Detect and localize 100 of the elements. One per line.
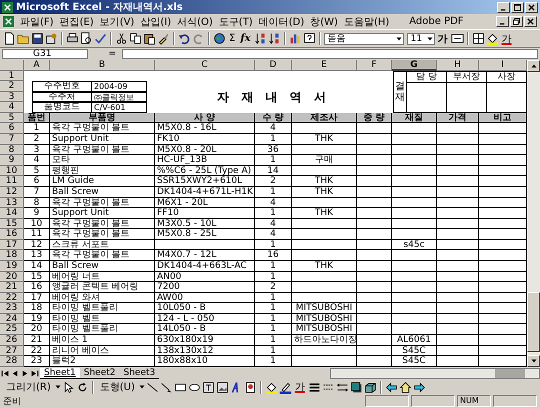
row-header[interactable]: 26 — [0, 335, 24, 346]
font-color-button[interactable]: 가 — [500, 32, 514, 46]
close-button[interactable] — [524, 16, 537, 27]
arrow-icon[interactable] — [160, 380, 173, 394]
row-header[interactable]: 1 — [0, 70, 24, 82]
row-header[interactable]: 23 — [0, 303, 24, 314]
row-header[interactable]: 12 — [0, 186, 24, 198]
formula-equals-button[interactable]: = — [90, 49, 120, 59]
table-borders-icon[interactable] — [472, 32, 485, 45]
brush-icon[interactable] — [157, 32, 170, 45]
fill-bucket-icon[interactable] — [486, 32, 499, 45]
column-header[interactable]: I — [479, 60, 527, 71]
3d-box-icon[interactable] — [364, 380, 377, 394]
line-icon[interactable] — [146, 380, 159, 394]
minimize-button[interactable] — [497, 2, 510, 12]
menu-item[interactable]: 데이터(D) — [258, 14, 304, 28]
spellcheck-icon[interactable] — [94, 32, 107, 45]
row-header[interactable]: 18 — [0, 250, 24, 261]
row-header[interactable]: 4 — [0, 102, 24, 113]
menu-item[interactable]: 삽입(I) — [140, 14, 172, 28]
column-header[interactable]: F — [357, 60, 392, 71]
row-header[interactable]: 27 — [0, 346, 24, 356]
row-header[interactable]: 11 — [0, 176, 24, 187]
row-header[interactable]: 5 — [0, 112, 24, 124]
help-icon[interactable] — [302, 32, 316, 45]
row-header[interactable]: 15 — [0, 218, 24, 230]
close-button[interactable] — [525, 2, 538, 12]
name-box[interactable]: G31 — [2, 49, 88, 59]
sheet-tab[interactable]: Sheet1 — [40, 368, 80, 379]
menu-item[interactable]: Adobe PDF — [409, 16, 464, 27]
row-header[interactable]: 17 — [0, 240, 24, 250]
cut-icon[interactable] — [115, 32, 128, 45]
shadow-icon[interactable] — [350, 380, 363, 394]
horizontal-scrollbar[interactable] — [330, 368, 540, 379]
row-header[interactable]: 28 — [0, 356, 24, 367]
row-header[interactable]: 8 — [0, 144, 24, 156]
row-header[interactable]: 22 — [0, 292, 24, 304]
column-header[interactable]: E — [292, 60, 357, 71]
menu-item[interactable]: 파일(F) — [20, 14, 54, 28]
globe-icon[interactable] — [213, 32, 226, 45]
paste-icon[interactable] — [143, 32, 156, 45]
chart-icon[interactable] — [288, 32, 302, 45]
back-arrow-icon[interactable] — [384, 380, 398, 394]
row-header[interactable]: 20 — [0, 272, 24, 282]
row-header[interactable]: 16 — [0, 229, 24, 240]
clip-art-icon[interactable] — [244, 380, 257, 394]
line-style-icon[interactable] — [308, 380, 321, 394]
scroll-thumb[interactable] — [527, 292, 540, 352]
sheet-tab[interactable]: Sheet2 — [80, 368, 120, 379]
picture-icon[interactable] — [216, 380, 229, 394]
scroll-up-button[interactable] — [527, 60, 540, 72]
last-sheet-icon[interactable] — [30, 369, 40, 378]
row-header[interactable]: 3 — [0, 92, 24, 102]
maximize-button[interactable] — [511, 2, 524, 12]
sheet-tab[interactable]: Sheet3 — [120, 368, 160, 379]
select-all-button[interactable] — [0, 60, 24, 71]
forward-arrow-icon[interactable] — [412, 380, 426, 394]
row-header[interactable]: 10 — [0, 166, 24, 176]
row-header[interactable]: 24 — [0, 314, 24, 324]
column-header[interactable]: D — [255, 60, 292, 71]
column-header[interactable]: G — [392, 60, 437, 71]
sort-descending-icon[interactable] — [268, 32, 281, 45]
minimize-button[interactable] — [496, 16, 509, 27]
font-dropdown[interactable]: 돋움 — [324, 32, 404, 44]
font-size-dropdown[interactable]: 11 — [406, 32, 435, 44]
rotate-icon[interactable] — [76, 380, 89, 394]
new-file-icon[interactable] — [3, 32, 16, 45]
menu-item[interactable]: 서식(O) — [177, 14, 213, 28]
undo-icon[interactable] — [178, 32, 191, 45]
font-color-button[interactable]: 가 — [292, 380, 307, 394]
copy-icon[interactable] — [129, 32, 142, 45]
first-sheet-icon[interactable] — [0, 369, 10, 378]
row-header[interactable]: 6 — [0, 123, 24, 134]
row-header[interactable]: 19 — [0, 260, 24, 272]
home-icon[interactable] — [398, 380, 412, 394]
draw-menu-button[interactable]: 그리기(R) — [3, 380, 54, 394]
menu-item[interactable]: 도움말(H) — [344, 14, 390, 28]
open-folder-icon[interactable] — [17, 32, 30, 45]
save-icon[interactable] — [31, 32, 44, 45]
sort-ascending-icon[interactable] — [254, 32, 267, 45]
function-button[interactable]: fx — [238, 33, 253, 44]
bold-button[interactable]: 가 — [436, 32, 450, 46]
restore-button[interactable] — [510, 16, 523, 27]
arrow-style-icon[interactable] — [336, 380, 349, 394]
row-header[interactable]: 7 — [0, 134, 24, 145]
autosum-button[interactable]: Σ — [227, 33, 238, 44]
column-header[interactable]: A — [24, 60, 50, 71]
scroll-down-button[interactable] — [527, 355, 540, 367]
row-header[interactable]: 9 — [0, 155, 24, 166]
print-preview-icon[interactable] — [80, 32, 93, 45]
row-header[interactable]: 2 — [0, 81, 24, 92]
spreadsheet-app-icon[interactable] — [3, 16, 14, 27]
row-header[interactable]: 21 — [0, 282, 24, 293]
menu-item[interactable]: 도구(T) — [218, 14, 253, 28]
column-header[interactable]: C — [155, 60, 255, 71]
print-icon[interactable] — [66, 32, 79, 45]
menu-item[interactable]: 편집(E) — [60, 14, 94, 28]
column-header[interactable]: B — [50, 60, 155, 71]
vertical-scrollbar[interactable] — [527, 60, 540, 367]
text-box-icon[interactable] — [202, 380, 215, 394]
